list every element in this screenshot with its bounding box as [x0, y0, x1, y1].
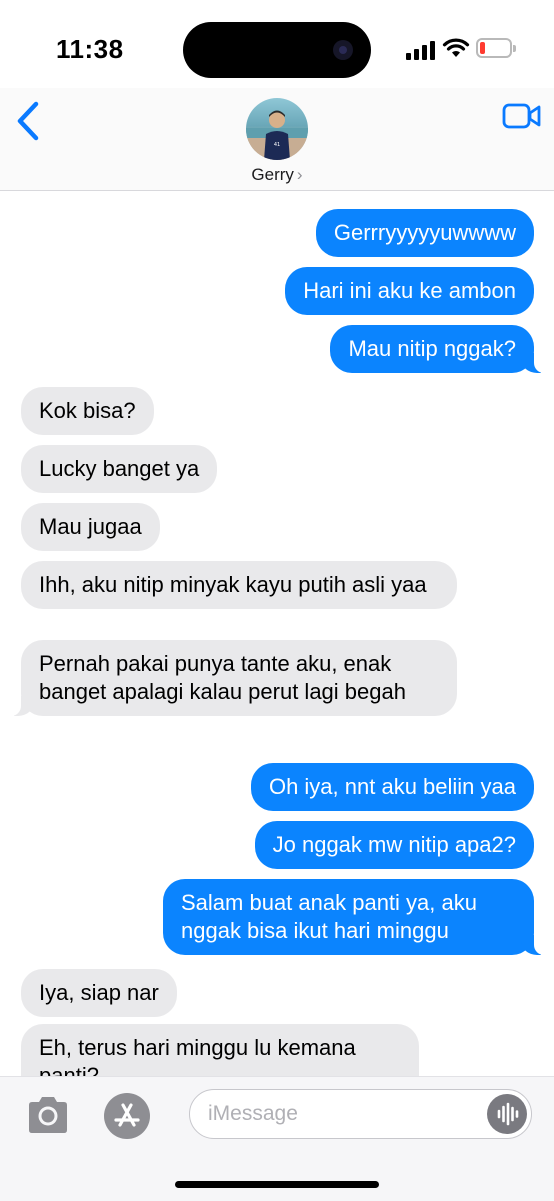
conversation-header: 41 Gerry ›: [0, 88, 554, 191]
message-bubble-incoming[interactable]: Pernah pakai punya tante aku, enak bange…: [5, 640, 457, 716]
dynamic-island: [183, 22, 371, 78]
waveform-icon[interactable]: [487, 1094, 527, 1134]
message-bubble-outgoing[interactable]: Salam buat anak panti ya, aku nggak bisa…: [163, 879, 550, 955]
svg-text:41: 41: [274, 142, 280, 148]
status-time: 11:38: [56, 34, 124, 64]
wifi-icon: [442, 38, 470, 57]
avatar[interactable]: 41: [246, 98, 308, 160]
message-bubble-outgoing[interactable]: Hari ini aku ke ambon: [285, 267, 534, 315]
status-bar: 11:38: [0, 0, 554, 100]
app-store-icon[interactable]: [104, 1093, 150, 1139]
message-bubble-incoming[interactable]: Eh, terus hari minggu lu kemana panti?: [21, 1024, 419, 1076]
contact-name[interactable]: Gerry ›: [0, 165, 554, 185]
battery-icon: [476, 38, 516, 58]
message-bubble-incoming[interactable]: Iya, siap nar: [21, 969, 177, 1017]
message-bubble-outgoing[interactable]: Jo nggak mw nitip apa2?: [254, 821, 534, 869]
contact-name-label: Gerry: [251, 165, 294, 184]
message-bubble-incoming[interactable]: Kok bisa?: [21, 387, 154, 435]
message-bubble-outgoing[interactable]: Gerrryyyyyuwwww: [315, 209, 534, 257]
home-indicator[interactable]: [175, 1181, 379, 1188]
video-camera-icon[interactable]: [502, 102, 542, 130]
avatar-photo: 41: [246, 110, 308, 160]
composer-bar: iMessage: [0, 1076, 554, 1201]
cellular-signal-icon: [406, 40, 436, 60]
message-bubble-incoming[interactable]: Mau jugaa: [21, 503, 160, 551]
camera-icon[interactable]: [25, 1095, 71, 1135]
chevron-right-icon: ›: [296, 165, 303, 184]
message-input-placeholder: iMessage: [208, 1102, 298, 1125]
message-thread[interactable]: Gerrryyyyyuwwww Hari ini aku ke ambon Ma…: [0, 191, 554, 1076]
message-bubble-outgoing[interactable]: Oh iya, nnt aku beliin yaa: [250, 763, 534, 811]
chevron-left-icon[interactable]: [10, 96, 50, 146]
message-bubble-incoming[interactable]: Lucky banget ya: [21, 445, 218, 493]
message-input[interactable]: iMessage: [189, 1089, 532, 1139]
message-bubble-incoming[interactable]: Ihh, aku nitip minyak kayu putih asli ya…: [21, 561, 457, 609]
message-bubble-outgoing[interactable]: Mau nitip nggak?: [330, 325, 550, 373]
